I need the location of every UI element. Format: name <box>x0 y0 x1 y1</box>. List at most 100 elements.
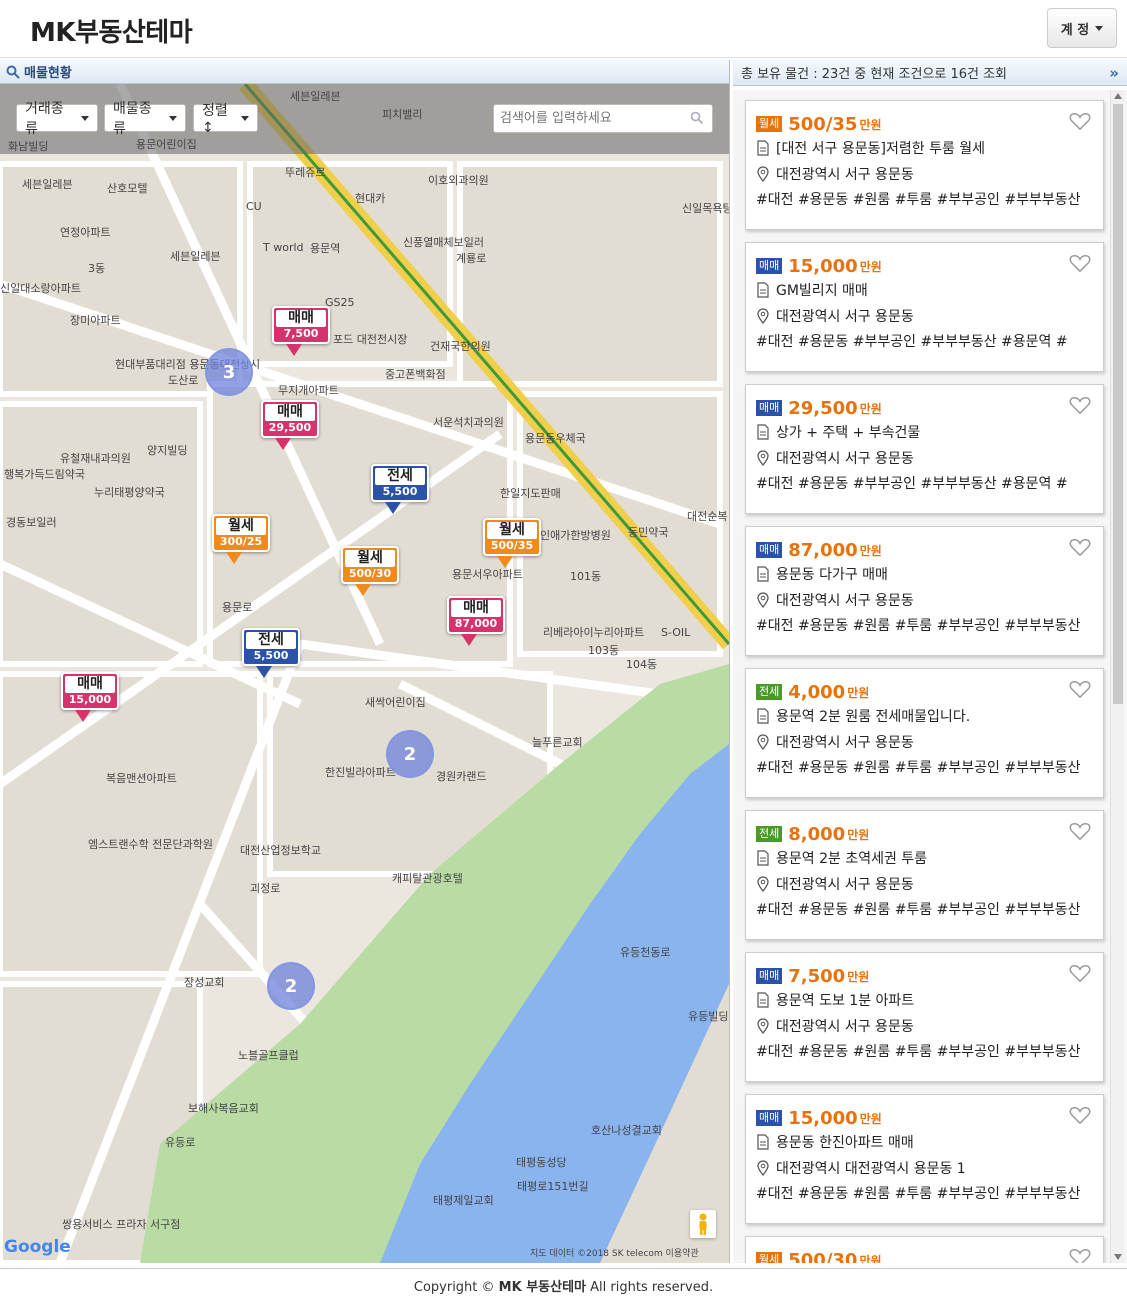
listing-address-row: 대전광역시 대전광역시 용문동 1 <box>756 1155 1093 1181</box>
favorite-heart-icon[interactable] <box>1069 1247 1091 1263</box>
marker-type: 매매 <box>65 676 115 693</box>
map-label: 노블골프클럽 <box>238 1049 299 1062</box>
listing-unit: 만원 <box>859 117 882 132</box>
scroll-down-arrow-icon[interactable] <box>1114 1254 1122 1260</box>
price-marker-sale[interactable]: 매매 15,000 <box>61 672 119 722</box>
listing-title[interactable]: GM빌리지 매매 <box>776 280 868 300</box>
listing-card[interactable]: 매매 15,000 만원 용문동 한진아파트 매매 대전광역시 대전광역시 용문동 1 #… <box>745 1094 1104 1224</box>
map-label: 괴정로 <box>250 882 281 895</box>
favorite-heart-icon[interactable] <box>1069 253 1091 273</box>
listing-price-row: 매매 29,500 만원 <box>756 397 1093 419</box>
marker-pointer <box>256 666 272 678</box>
listing-card[interactable]: 매매 15,000 만원 GM빌리지 매매 대전광역시 서구 용문동 #대전 #용문동 #… <box>745 242 1104 372</box>
map-canvas[interactable]: 거래종류 매물종류 정렬↕ 세븐일레븐 피치밸리 화남빌딩 용문어린이집 뚜레쥬… <box>0 84 729 1263</box>
marker-price: 7,500 <box>283 327 319 340</box>
favorite-heart-icon[interactable] <box>1069 679 1091 699</box>
price-marker-jeonse[interactable]: 전세 5,500 <box>242 628 300 678</box>
listing-tags: #대전 #용문동 #부부공인 #부부부동산 #용문역 # <box>756 334 1068 350</box>
map-label: 캐피탈관광호텔 <box>392 872 463 885</box>
listing-address-row: 대전광역시 서구 용문동 <box>756 303 1093 329</box>
sort-dropdown[interactable]: 정렬↕ <box>193 103 258 136</box>
listing-price-row: 매매 15,000 만원 <box>756 1107 1093 1129</box>
listing-card[interactable]: 매매 87,000 만원 용문동 다가구 매매 대전광역시 서구 용문동 #대전 #용문동… <box>745 526 1104 656</box>
deal-type-dropdown[interactable]: 거래종류 <box>16 101 98 137</box>
favorite-heart-icon[interactable] <box>1069 537 1091 557</box>
map-label: T world <box>263 241 304 254</box>
marker-cluster[interactable]: 2 <box>386 730 434 778</box>
map-pin-icon <box>757 734 769 750</box>
map-label: 장성교회 <box>184 976 225 989</box>
listing-card[interactable]: 월세 500/35 만원 [대전 서구 용문동]저렴한 투룸 월세 대전광역시 서구 용… <box>745 100 1104 230</box>
marker-type: 월세 <box>216 518 266 535</box>
listing-tags: #대전 #용문동 #원룸 #투룸 #부부공인 #부부부동산 <box>756 1044 1081 1060</box>
listing-card[interactable]: 월세 500/30 만원 <box>745 1236 1104 1263</box>
price-marker-sale[interactable]: 매매 87,000 <box>447 596 505 646</box>
listing-card[interactable]: 전세 8,000 만원 용문역 2분 초역세권 투룸 대전광역시 서구 용문동 #대전 #… <box>745 810 1104 940</box>
favorite-heart-icon[interactable] <box>1069 963 1091 983</box>
page-footer: Copyright © MK 부동산테마 All rights reserved… <box>0 1268 1127 1300</box>
price-marker-jeonse[interactable]: 전세 5,500 <box>371 464 429 514</box>
listing-title[interactable]: 용문동 한진아파트 매매 <box>776 1132 914 1152</box>
map-label: CU <box>246 200 262 213</box>
map-label: S-OIL <box>661 626 691 639</box>
listing-title[interactable]: [대전 서구 용문동]저렴한 투룸 월세 <box>776 138 985 158</box>
listing-title[interactable]: 용문동 다가구 매매 <box>776 564 888 584</box>
map-label: 뚜레쥬르 <box>285 166 326 179</box>
listing-title[interactable]: 용문역 도보 1분 아파트 <box>776 990 914 1010</box>
map-label: 103동 <box>588 644 620 657</box>
map-label: 호산나성결교회 <box>591 1124 662 1137</box>
price-marker-sale[interactable]: 매매 29,500 <box>261 400 319 450</box>
double-chevron-right-icon[interactable]: » <box>1109 64 1119 82</box>
price-marker-monthly[interactable]: 월세 500/35 <box>483 518 541 568</box>
map-pin-icon <box>757 1018 769 1034</box>
map-label: 신풍열매체보일러 <box>403 236 484 249</box>
map-pin-icon <box>757 1160 769 1176</box>
map-label: 대전순복 <box>687 510 728 523</box>
scroll-thumb[interactable] <box>1113 104 1123 704</box>
marker-cluster[interactable]: 3 <box>205 348 253 396</box>
map-label: 신일대소랑아파트 <box>0 282 81 295</box>
map-pin-icon <box>757 308 769 324</box>
favorite-heart-icon[interactable] <box>1069 111 1091 131</box>
favorite-heart-icon[interactable] <box>1069 395 1091 415</box>
listing-card[interactable]: 전세 4,000 만원 용문역 2분 원룸 전세매물입니다. 대전광역시 서구 용문동 #… <box>745 668 1104 798</box>
document-icon <box>757 850 769 866</box>
marker-pointer <box>226 552 242 564</box>
listing-card[interactable]: 매매 7,500 만원 용문역 도보 1분 아파트 대전광역시 서구 용문동 #대전 #용… <box>745 952 1104 1082</box>
listing-title[interactable]: 상가 + 주택 + 부속건물 <box>776 422 920 442</box>
price-marker-monthly[interactable]: 월세 500/30 <box>341 546 399 596</box>
favorite-heart-icon[interactable] <box>1069 821 1091 841</box>
marker-price: 29,500 <box>268 421 312 434</box>
property-type-dropdown[interactable]: 매물종류 <box>104 101 186 137</box>
map-label: 동민약국 <box>628 526 669 539</box>
map-label: 경동보일러 <box>6 516 57 529</box>
marker-cluster[interactable]: 2 <box>267 962 315 1010</box>
map-label: 보해사복음교회 <box>188 1102 259 1115</box>
listing-address-row: 대전광역시 서구 용문동 <box>756 161 1093 187</box>
marker-price: 5,500 <box>253 649 289 662</box>
price-marker-monthly[interactable]: 월세 300/25 <box>212 514 270 564</box>
price-marker-sale[interactable]: 매매 7,500 <box>272 306 330 356</box>
map-attribution[interactable]: 지도 데이터 ©2018 SK telecom 이용약관 <box>530 1246 699 1259</box>
map-label: 한일지도판매 <box>500 487 561 500</box>
search-icon[interactable] <box>690 111 704 125</box>
scroll-up-arrow-icon[interactable] <box>1114 93 1122 99</box>
map-search-input[interactable] <box>493 104 713 133</box>
deal-type-badge: 매매 <box>756 1110 783 1126</box>
listing-summary-text: 총 보유 물건 : 23건 중 현재 조건으로 16건 조회 <box>741 67 1008 82</box>
listing-title[interactable]: 용문역 2분 초역세권 투룸 <box>776 848 927 868</box>
listing-address: 대전광역시 서구 용문동 <box>776 451 914 467</box>
account-dropdown-button[interactable]: 계 정 <box>1047 8 1117 48</box>
map-label: 대전산업정보학교 <box>240 844 321 857</box>
listing-scrollbar[interactable] <box>1110 90 1124 1263</box>
dropdown-label: 정렬↕ <box>202 103 228 136</box>
street-view-pegman-icon[interactable] <box>690 1210 716 1238</box>
listing-scroll-area[interactable]: 월세 500/35 만원 [대전 서구 용문동]저렴한 투룸 월세 대전광역시 서구 용… <box>733 90 1127 1263</box>
marker-type: 매매 <box>276 310 326 327</box>
listing-title[interactable]: 용문역 2분 원룸 전세매물입니다. <box>776 706 970 726</box>
brand-logo[interactable]: MK부동산테마 <box>30 12 193 49</box>
map-label: 리베라아이누리아파트 <box>543 626 645 639</box>
listing-panel: 총 보유 물건 : 23건 중 현재 조건으로 16건 조회 » 월세 500/3… <box>733 60 1127 1263</box>
favorite-heart-icon[interactable] <box>1069 1105 1091 1125</box>
listing-card[interactable]: 매매 29,500 만원 상가 + 주택 + 부속건물 대전광역시 서구 용문동 #대전 … <box>745 384 1104 514</box>
